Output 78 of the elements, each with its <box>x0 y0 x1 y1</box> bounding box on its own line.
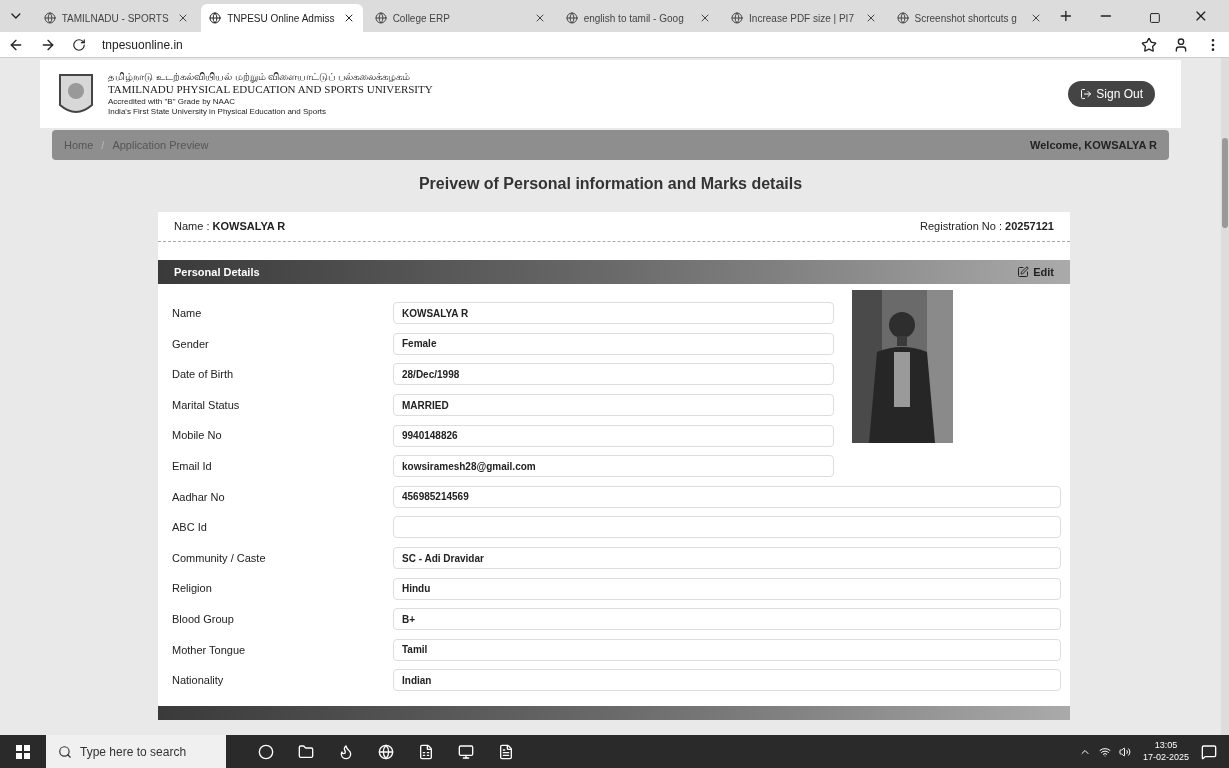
restore-icon[interactable] <box>1149 12 1162 24</box>
tab-title: Screenshot shortcuts g <box>914 11 1018 26</box>
clock-time: 13:05 <box>1154 740 1178 752</box>
field-value: Female <box>393 332 834 355</box>
field-label: Community / Caste <box>171 550 267 566</box>
field-value: kowsiramesh28@gmail.com <box>393 455 834 478</box>
new-tab-icon[interactable] <box>1058 8 1074 24</box>
field-label: Mobile No <box>171 428 223 444</box>
field-value: B+ <box>393 608 1061 631</box>
favicon-icon <box>209 12 222 24</box>
profile-icon[interactable] <box>1173 36 1189 53</box>
network-icon[interactable] <box>1098 745 1111 758</box>
taskbar-search-field[interactable]: Type here to search <box>46 735 226 768</box>
tab-title: TNPESU Online Admiss <box>227 11 336 26</box>
field-label: ABC Id <box>171 520 208 536</box>
bookmark-icon[interactable] <box>1141 36 1157 53</box>
field-value: KOWSALYA R <box>393 302 834 325</box>
accreditation-text: Accredited with "B" Grade by NAAC <box>108 97 237 108</box>
clock-date: 17-02-2025 <box>1142 751 1189 763</box>
sign-out-icon <box>1080 88 1093 100</box>
browser-tab[interactable]: Increase PDF size | PI7 <box>723 4 885 32</box>
field-label: Gender <box>171 336 210 352</box>
field-value: Tamil <box>393 638 1061 661</box>
search-placeholder: Type here to search <box>80 743 187 761</box>
volume-icon[interactable] <box>1118 745 1131 758</box>
favicon-icon <box>896 12 909 24</box>
favicon-icon <box>43 12 56 24</box>
field-label: Aadhar No <box>171 489 226 505</box>
favicon-icon <box>731 12 744 24</box>
field-value: Hindu <box>393 577 1061 600</box>
folder-icon[interactable] <box>298 743 314 760</box>
applicant-name: Name : KOWSALYA R <box>174 219 286 235</box>
field-label: Email Id <box>171 459 213 474</box>
reload-icon[interactable] <box>72 37 86 52</box>
edit-icon <box>1017 266 1030 278</box>
field-label: Nationality <box>171 673 225 689</box>
field-label: Mother Tongue <box>171 642 247 658</box>
document-icon[interactable] <box>498 743 514 760</box>
browser-tab[interactable]: Screenshot shortcuts g <box>888 4 1050 32</box>
field-value: Indian <box>393 669 1061 692</box>
breadcrumb-separator: / <box>101 137 105 153</box>
field-value: 9940148826 <box>393 424 834 447</box>
browser-tab[interactable]: TNPESU Online Admiss <box>201 4 363 32</box>
tab-title: Increase PDF size | PI7 <box>749 11 855 26</box>
search-icon <box>58 744 72 759</box>
url-field[interactable]: tnpesuonline.in <box>102 35 1125 54</box>
page-title: Preivew of Personal information and Marks details <box>417 174 804 194</box>
tagline-text: India's First State University in Physical Education and Sports <box>108 107 328 118</box>
field-label: Name <box>171 306 203 322</box>
scrollbar[interactable] <box>1221 58 1229 735</box>
field-value: MARRIED <box>393 394 834 417</box>
close-icon[interactable] <box>1030 12 1042 24</box>
notifications-icon[interactable] <box>1201 743 1217 760</box>
browser-tab[interactable]: TAMILNADU - SPORTS <box>35 4 198 32</box>
tab-title: english to tamil - Goog <box>583 11 685 26</box>
field-value: 28/Dec/1998 <box>393 363 834 386</box>
spreadsheet-icon[interactable] <box>418 743 434 760</box>
tab-title: TAMILNADU - SPORTS <box>61 11 170 26</box>
browser-tab[interactable]: College ERP <box>366 4 554 32</box>
field-label: Date of Birth <box>171 367 235 383</box>
university-name: TAMILNADU PHYSICAL EDUCATION AND SPORTS UNIVERSITY <box>108 83 433 98</box>
windows-start-icon[interactable] <box>16 744 30 759</box>
favicon-icon <box>565 12 578 24</box>
field-label: Blood Group <box>171 612 235 627</box>
field-value: SC - Adi Dravidar <box>393 547 1061 570</box>
welcome-text: Welcome, KOWSALYA R <box>1030 137 1157 153</box>
favicon-icon <box>374 12 387 24</box>
app-icon[interactable] <box>458 743 474 760</box>
sign-out-button[interactable]: Sign Out <box>1068 81 1155 107</box>
field-label: Religion <box>171 581 213 597</box>
field-value: 456985214569 <box>393 485 1061 508</box>
tamil-university-name: தமிழ்நாடு உடற்கல்வியியல் மற்றும் விளையாட்டுப் பல்கலைக்கழகம் <box>108 70 412 84</box>
browser-tab[interactable]: english to tamil - Goog <box>557 4 720 32</box>
section-title: Personal Details <box>174 264 260 280</box>
registration-number: Registration No : 20257121 <box>920 219 1054 235</box>
tab-title: College ERP <box>392 11 451 26</box>
field-label: Marital Status <box>171 397 241 413</box>
edit-button[interactable]: Edit <box>1017 263 1054 281</box>
